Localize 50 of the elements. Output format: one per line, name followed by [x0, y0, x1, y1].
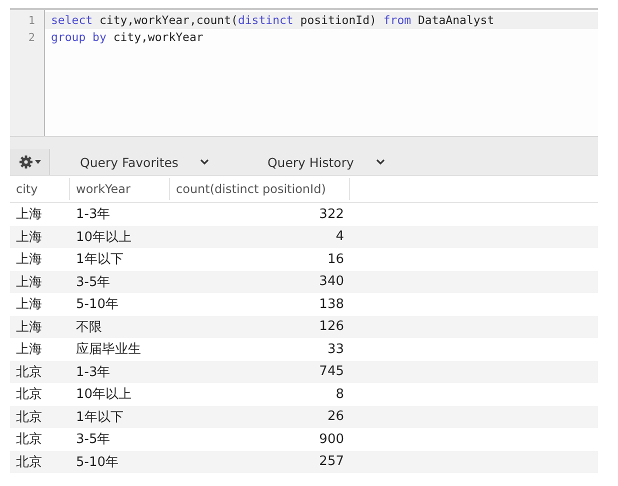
- table-cell-text: 745: [318, 364, 345, 380]
- table-cell-text: 16: [326, 252, 345, 267]
- table-cell-text: 8: [334, 386, 345, 402]
- column-header[interactable]: city: [10, 178, 70, 200]
- table-cell-text: 上海: [15, 318, 43, 336]
- table-cell-text: 5-10年: [75, 296, 120, 314]
- table-cell-text: 上海: [15, 296, 43, 314]
- table-cell-text: 上海: [15, 274, 43, 291]
- table-cell-text: 北京: [15, 386, 43, 404]
- table-cell-text: 北京: [15, 408, 43, 426]
- table-cell-text: 1年以下: [75, 251, 124, 268]
- table-cell-text: 26: [326, 409, 345, 424]
- table-cell-text: 126: [318, 319, 345, 334]
- gear-icon: [18, 155, 32, 169]
- table-cell-text: 北京: [15, 431, 43, 448]
- table-cell-text: 上海: [15, 341, 43, 358]
- line-number: 1: [27, 13, 36, 29]
- table-cell-text: 1-3年: [75, 364, 112, 381]
- column-header[interactable]: count(distinct positionId): [170, 178, 350, 200]
- table-cell-text: 900: [318, 432, 345, 447]
- settings-button[interactable]: [10, 149, 50, 175]
- table-cell-text: 上海: [15, 206, 43, 224]
- table-cell-text: 北京: [15, 364, 43, 381]
- chevron-icon: [376, 159, 385, 165]
- table-cell-text: 10年以上: [75, 386, 133, 404]
- table-cell-text: 322: [318, 206, 345, 222]
- table-cell-text: 138: [318, 296, 345, 312]
- table-cell-text: 5-10年: [75, 454, 120, 471]
- caret-icon: [34, 160, 40, 164]
- dropdown-tab[interactable]: Query Favorites: [80, 154, 210, 170]
- table-cell-text: 不限: [75, 318, 103, 336]
- table-cell-text: 10年以上: [75, 228, 133, 246]
- table-cell-text: 1年以下: [75, 408, 124, 426]
- code-editor[interactable]: 1 2 select city,workYear,count(distinct positionId) from DataAnalyst group by city,workYear: [10, 8, 598, 136]
- code-line: group by city,workYear: [50, 29, 204, 46]
- table-cell-text: 33: [326, 342, 345, 357]
- table-cell-text: 上海: [15, 228, 43, 246]
- table-cell-text: 3-5年: [75, 274, 112, 291]
- table-cell-text: 上海: [15, 251, 43, 268]
- chevron-icon: [200, 159, 210, 165]
- table-cell-text: 北京: [15, 454, 43, 471]
- table-cell-text: 4: [334, 229, 345, 244]
- table-cell-text: 340: [318, 274, 345, 290]
- table-cell-text: 1-3年: [75, 206, 112, 224]
- line-number: 2: [27, 30, 36, 46]
- column-header[interactable]: workYear: [70, 178, 170, 200]
- table-cell-text: 3-5年: [75, 431, 112, 448]
- dropdown-tab[interactable]: Query History: [267, 154, 385, 170]
- table-cell-text: 应届毕业生: [75, 341, 142, 358]
- table-cell-text: 257: [318, 454, 345, 470]
